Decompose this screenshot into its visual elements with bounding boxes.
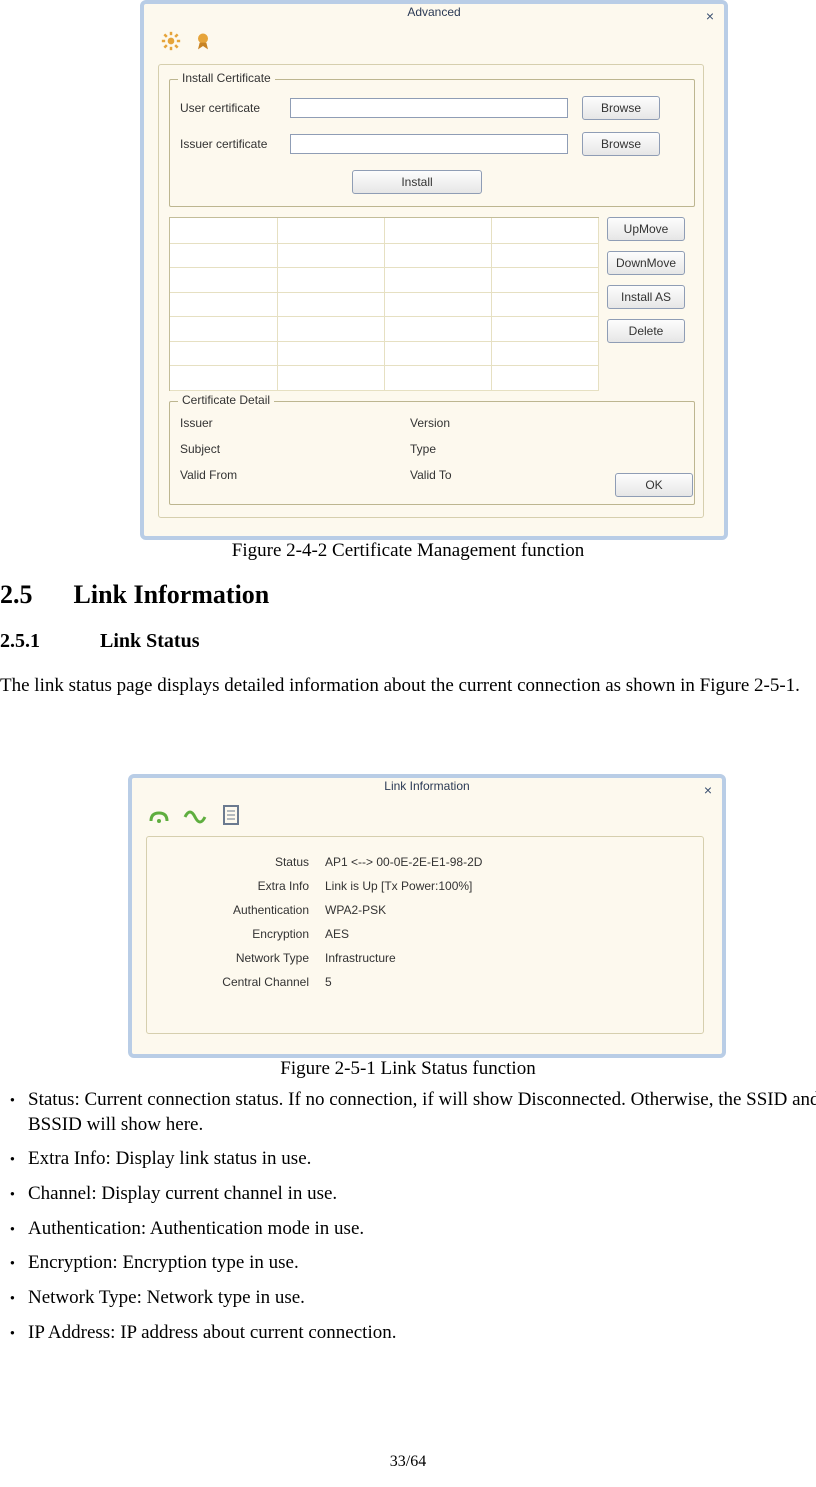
list-item: Channel: Display current channel in use.	[28, 1182, 816, 1207]
table-cell[interactable]	[384, 365, 492, 391]
table-cell[interactable]	[277, 292, 385, 318]
table-cell[interactable]	[384, 218, 492, 244]
table-cell[interactable]	[170, 218, 278, 244]
figure-caption-1: Figure 2-4-2 Certificate Management func…	[0, 540, 816, 562]
table-cell[interactable]	[277, 267, 385, 293]
subsection-title: Link Status	[100, 630, 200, 652]
table-cell[interactable]	[384, 316, 492, 342]
channel-value: 5	[325, 975, 332, 989]
table-cell[interactable]	[491, 267, 599, 293]
signal-icon[interactable]	[146, 802, 172, 828]
group-legend: Certificate Detail	[178, 393, 274, 407]
table-cell[interactable]	[491, 365, 599, 391]
auth-label: Authentication	[177, 903, 325, 917]
toolbar	[158, 28, 216, 54]
detail-version-label: Version	[410, 416, 450, 430]
list-item: IP Address: IP address about current con…	[28, 1321, 816, 1346]
detail-subject-label: Subject	[180, 442, 410, 456]
table-cell[interactable]	[384, 341, 492, 367]
subsection-number: 2.5.1	[0, 630, 40, 652]
close-icon[interactable]: ×	[706, 8, 714, 24]
delete-button[interactable]: Delete	[607, 319, 685, 343]
side-buttons: UpMove DownMove Install AS Delete	[607, 217, 685, 343]
auth-value: WPA2-PSK	[325, 903, 386, 917]
gear-icon[interactable]	[158, 28, 184, 54]
encryption-value: AES	[325, 927, 349, 941]
status-value: AP1 <--> 00-0E-2E-E1-98-2D	[325, 855, 482, 869]
wave-icon[interactable]	[182, 802, 208, 828]
ribbon-icon[interactable]	[190, 28, 216, 54]
issuer-cert-label: Issuer certificate	[180, 137, 290, 151]
table-cell[interactable]	[170, 267, 278, 293]
list-item: Network Type: Network type in use.	[28, 1286, 816, 1311]
status-label: Status	[177, 855, 325, 869]
table-cell[interactable]	[277, 341, 385, 367]
list-item: Extra Info: Display link status in use.	[28, 1147, 816, 1172]
section-heading: 2.5 Link Information	[0, 580, 269, 610]
table-cell[interactable]	[491, 316, 599, 342]
install-certificate-group: Install Certificate User certificate Bro…	[169, 79, 695, 207]
table-cell[interactable]	[170, 243, 278, 269]
nettype-label: Network Type	[177, 951, 325, 965]
toolbar	[146, 802, 244, 828]
user-cert-input[interactable]	[290, 98, 568, 118]
downmove-button[interactable]: DownMove	[607, 251, 685, 275]
link-info-panel: Status AP1 <--> 00-0E-2E-E1-98-2D Extra …	[146, 836, 704, 1034]
browse-user-button[interactable]: Browse	[582, 96, 660, 120]
table-cell[interactable]	[277, 218, 385, 244]
extrainfo-label: Extra Info	[177, 879, 325, 893]
table-cell[interactable]	[491, 218, 599, 244]
install-button[interactable]: Install	[352, 170, 482, 194]
table-cell[interactable]	[170, 365, 278, 391]
main-panel: Install Certificate User certificate Bro…	[158, 64, 704, 518]
table-cell[interactable]	[170, 316, 278, 342]
ok-button[interactable]: OK	[615, 473, 693, 497]
nettype-value: Infrastructure	[325, 951, 396, 965]
link-info-dialog: Link Information × Status AP1 <--> 00-0E…	[128, 774, 726, 1058]
certificate-table[interactable]: /* cells added below by generic drawing …	[169, 217, 599, 391]
table-cell[interactable]	[384, 267, 492, 293]
detail-issuer-label: Issuer	[180, 416, 410, 430]
dialog-title: Link Information	[132, 777, 722, 799]
advanced-dialog: Advanced × Install Certificate User cert…	[140, 0, 728, 540]
figure-caption-2: Figure 2-5-1 Link Status function	[0, 1058, 816, 1080]
table-cell[interactable]	[384, 243, 492, 269]
detail-validto-label: Valid To	[410, 468, 452, 482]
close-icon[interactable]: ×	[704, 782, 712, 798]
group-legend: Install Certificate	[178, 71, 275, 85]
user-cert-label: User certificate	[180, 101, 290, 115]
install-as-button[interactable]: Install AS	[607, 285, 685, 309]
table-cell[interactable]	[277, 365, 385, 391]
channel-label: Central Channel	[177, 975, 325, 989]
subsection-heading: 2.5.1 Link Status	[0, 630, 200, 653]
bullet-list: Status: Current connection status. If no…	[0, 1088, 816, 1356]
section-title: Link Information	[74, 580, 270, 609]
table-cell[interactable]	[170, 341, 278, 367]
list-item: Authentication: Authentication mode in u…	[28, 1217, 816, 1242]
detail-validfrom-label: Valid From	[180, 468, 410, 482]
page-number: 33/64	[0, 1453, 816, 1471]
issuer-cert-input[interactable]	[290, 134, 568, 154]
dialog-title: Advanced	[144, 3, 724, 25]
paragraph: The link status page displays detailed i…	[0, 674, 816, 699]
table-cell[interactable]	[277, 243, 385, 269]
document-icon[interactable]	[218, 802, 244, 828]
table-cell[interactable]	[491, 292, 599, 318]
table-cell[interactable]	[491, 341, 599, 367]
list-item: Status: Current connection status. If no…	[28, 1088, 816, 1137]
detail-type-label: Type	[410, 442, 436, 456]
list-item: Encryption: Encryption type in use.	[28, 1251, 816, 1276]
encryption-label: Encryption	[177, 927, 325, 941]
browse-issuer-button[interactable]: Browse	[582, 132, 660, 156]
table-cell[interactable]	[491, 243, 599, 269]
table-cell[interactable]	[384, 292, 492, 318]
extrainfo-value: Link is Up [Tx Power:100%]	[325, 879, 472, 893]
table-cell[interactable]	[277, 316, 385, 342]
table-cell[interactable]	[170, 292, 278, 318]
upmove-button[interactable]: UpMove	[607, 217, 685, 241]
section-number: 2.5	[0, 580, 33, 609]
